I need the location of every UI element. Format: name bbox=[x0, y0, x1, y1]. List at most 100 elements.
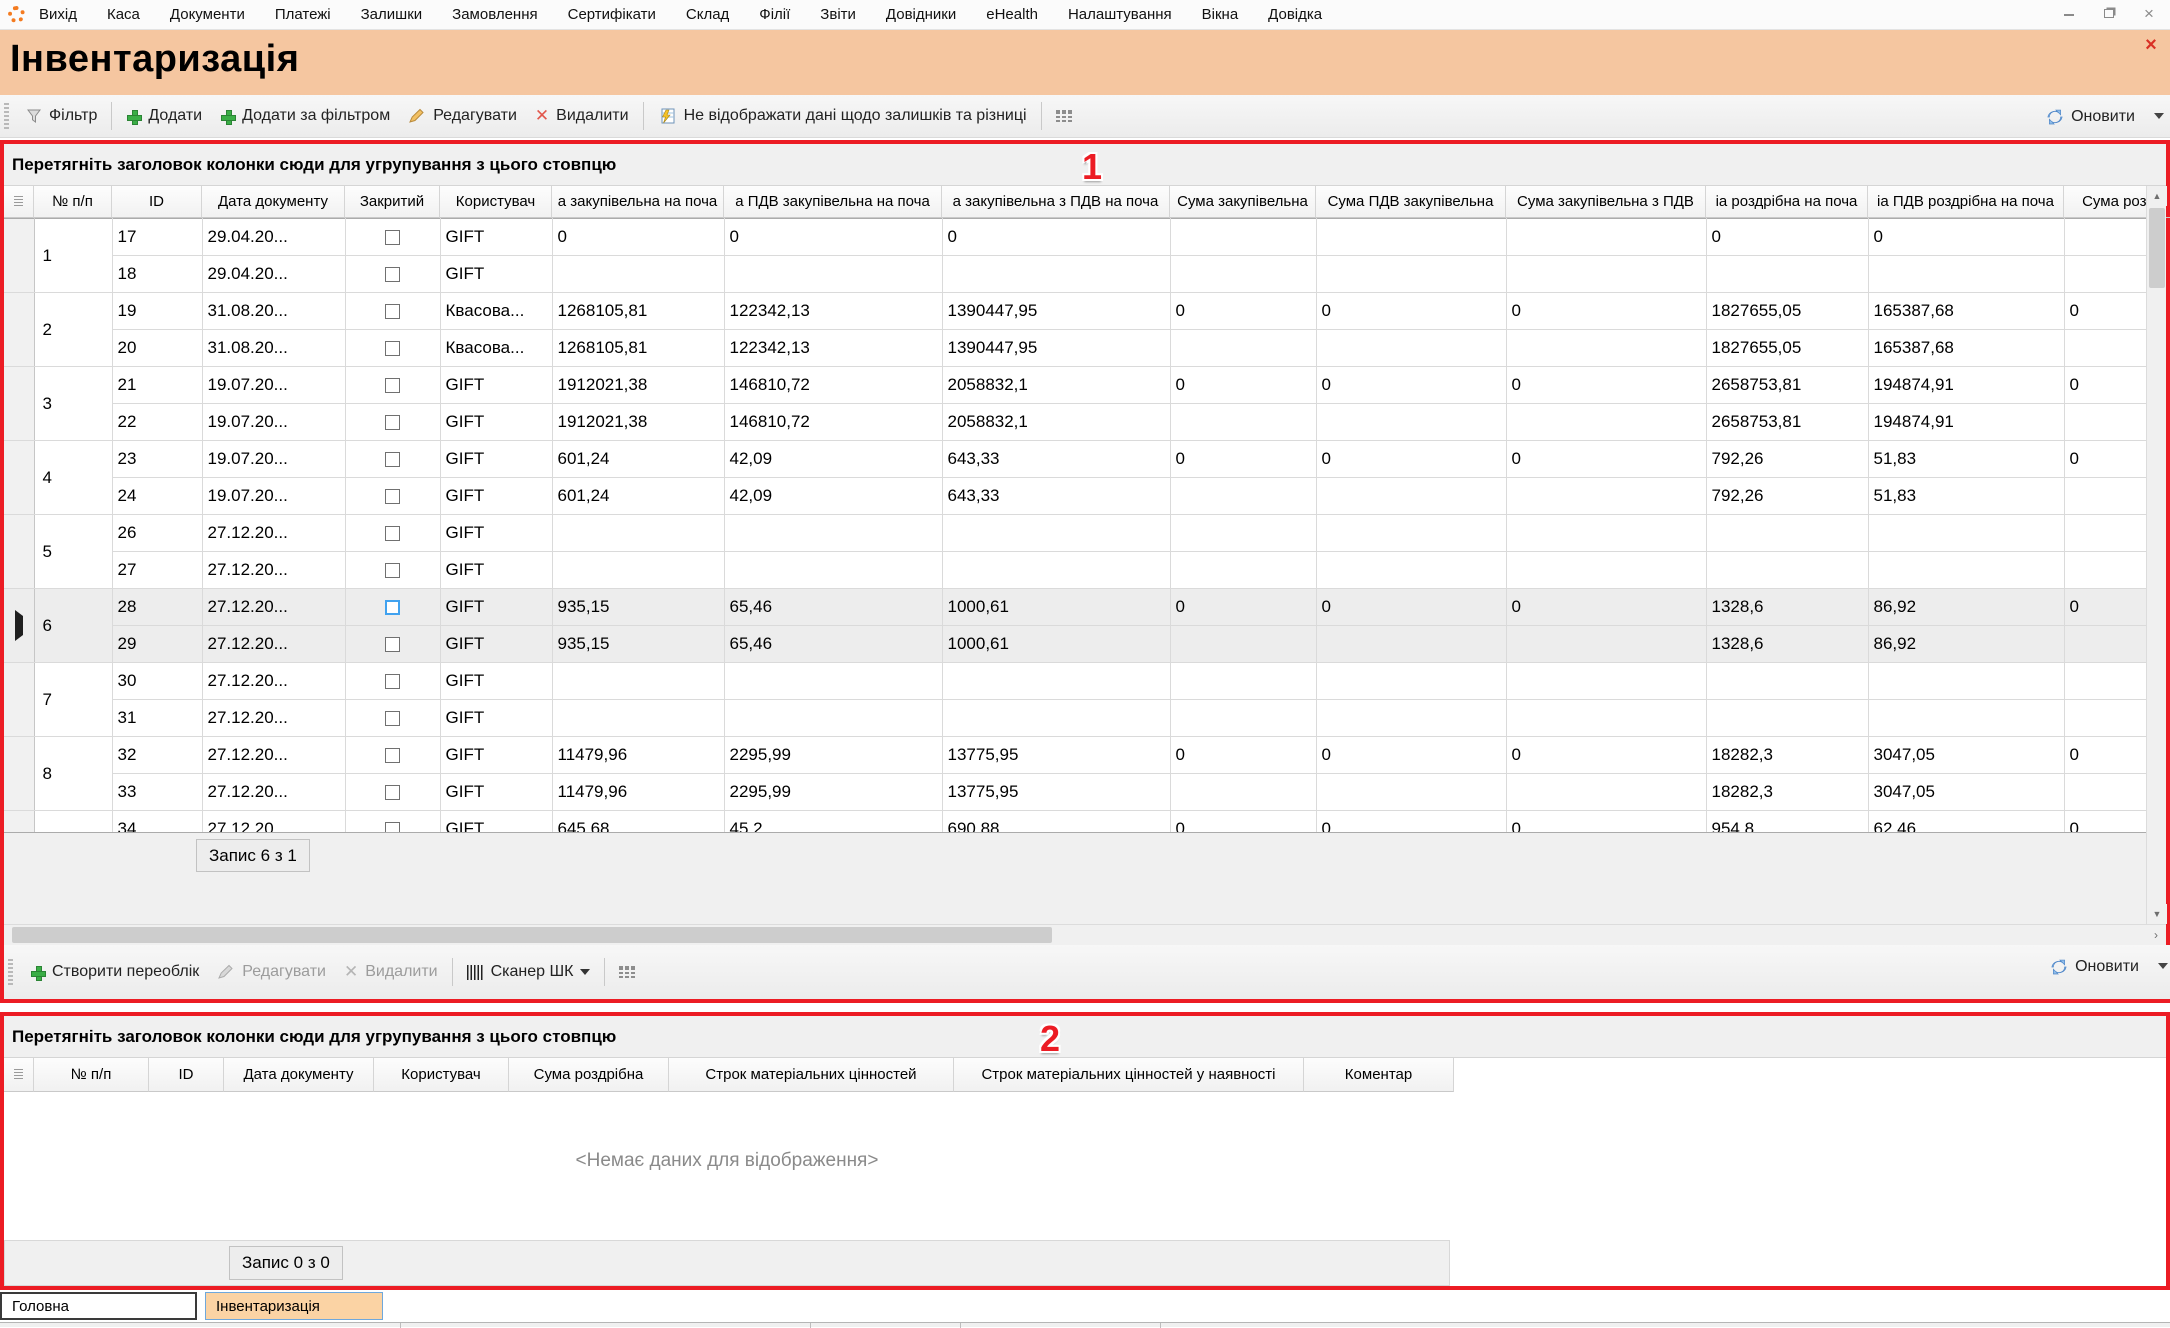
cell-value-9[interactable] bbox=[2064, 663, 2146, 700]
table-row[interactable]: 83227.12.20...GIFT11479,962295,9913775,9… bbox=[4, 737, 2146, 774]
table-row[interactable]: 73027.12.20...GIFT bbox=[4, 663, 2146, 700]
cell-id[interactable]: 33 bbox=[112, 774, 202, 811]
cell-value-4[interactable] bbox=[1170, 774, 1316, 811]
cell-value-7[interactable]: 18282,3 bbox=[1706, 774, 1868, 811]
cell-value-6[interactable] bbox=[1506, 219, 1706, 256]
cell-value-8[interactable]: 51,83 bbox=[1868, 478, 2064, 515]
cell-value-9[interactable] bbox=[2064, 552, 2146, 589]
table-row[interactable]: 2219.07.20...GIFT1912021,38146810,722058… bbox=[4, 404, 2146, 441]
table-row[interactable]: 2727.12.20...GIFT bbox=[4, 552, 2146, 589]
cell-closed[interactable] bbox=[345, 404, 440, 441]
menu-item-3[interactable]: Документи bbox=[170, 6, 245, 23]
cell-id[interactable]: 29 bbox=[112, 626, 202, 663]
group-number-cell[interactable]: 3 bbox=[34, 367, 112, 441]
cell-value-8[interactable]: 165387,68 bbox=[1868, 293, 2064, 330]
cell-closed[interactable] bbox=[345, 552, 440, 589]
cell-value-4[interactable] bbox=[1170, 700, 1316, 737]
cell-value-9[interactable] bbox=[2064, 478, 2146, 515]
cell-id[interactable]: 30 bbox=[112, 663, 202, 700]
closed-checkbox[interactable] bbox=[385, 341, 400, 356]
cell-value-2[interactable] bbox=[724, 700, 942, 737]
cell-value-7[interactable]: 792,26 bbox=[1706, 441, 1868, 478]
cell-value-1[interactable]: 1268105,81 bbox=[552, 330, 724, 367]
menu-item-15[interactable]: Довідка bbox=[1268, 6, 1322, 23]
cell-date[interactable]: 27.12.20... bbox=[202, 515, 345, 552]
cell-value-5[interactable] bbox=[1316, 626, 1506, 663]
cell-value-3[interactable] bbox=[942, 515, 1170, 552]
cell-value-7[interactable]: 1328,6 bbox=[1706, 626, 1868, 663]
cell-value-3[interactable]: 1390447,95 bbox=[942, 293, 1170, 330]
close-button[interactable]: × bbox=[2136, 4, 2162, 24]
grid1-column-header-4[interactable]: Закритий bbox=[345, 186, 440, 218]
cell-value-2[interactable]: 45,2 bbox=[724, 811, 942, 833]
cell-value-2[interactable]: 0 bbox=[724, 219, 942, 256]
create-recount-button[interactable]: Створити переоблік bbox=[21, 958, 208, 986]
cell-value-1[interactable] bbox=[552, 663, 724, 700]
cell-value-7[interactable]: 1827655,05 bbox=[1706, 330, 1868, 367]
cell-value-1[interactable]: 645,68 bbox=[552, 811, 724, 833]
closed-checkbox[interactable] bbox=[385, 637, 400, 652]
cell-user[interactable]: GIFT bbox=[440, 774, 552, 811]
cell-value-7[interactable]: 2658753,81 bbox=[1706, 367, 1868, 404]
menu-item-11[interactable]: Довідники bbox=[886, 6, 956, 23]
toolbar-overflow-caret-icon[interactable] bbox=[2158, 963, 2168, 969]
cell-value-3[interactable]: 643,33 bbox=[942, 478, 1170, 515]
closed-checkbox[interactable] bbox=[385, 748, 400, 763]
cell-value-3[interactable]: 2058832,1 bbox=[942, 367, 1170, 404]
cell-value-4[interactable] bbox=[1170, 404, 1316, 441]
cell-value-8[interactable]: 3047,05 bbox=[1868, 774, 2064, 811]
cell-value-5[interactable]: 0 bbox=[1316, 811, 1506, 833]
cell-id[interactable]: 27 bbox=[112, 552, 202, 589]
cell-value-4[interactable] bbox=[1170, 478, 1316, 515]
grid1-column-header-10[interactable]: Сума ПДВ закупівельна bbox=[1316, 186, 1506, 218]
barcode-scanner-button[interactable]: Сканер ШК bbox=[458, 958, 600, 986]
cell-id[interactable]: 24 bbox=[112, 478, 202, 515]
cell-closed[interactable] bbox=[345, 219, 440, 256]
cell-value-3[interactable] bbox=[942, 552, 1170, 589]
cell-value-1[interactable]: 11479,96 bbox=[552, 737, 724, 774]
table-row[interactable]: 42319.07.20...GIFT601,2442,09643,3300079… bbox=[4, 441, 2146, 478]
cell-closed[interactable] bbox=[345, 330, 440, 367]
cell-value-3[interactable]: 690,88 bbox=[942, 811, 1170, 833]
cell-value-6[interactable] bbox=[1506, 552, 1706, 589]
cell-value-6[interactable]: 0 bbox=[1506, 367, 1706, 404]
grid1-column-header-13[interactable]: іа ПДВ роздрібна на поча bbox=[1868, 186, 2064, 218]
cell-value-5[interactable]: 0 bbox=[1316, 441, 1506, 478]
cell-value-3[interactable] bbox=[942, 700, 1170, 737]
cell-closed[interactable] bbox=[345, 589, 440, 626]
toolbar-grip[interactable] bbox=[4, 103, 9, 129]
closed-checkbox[interactable] bbox=[385, 526, 400, 541]
menu-item-10[interactable]: Звіти bbox=[820, 6, 856, 23]
cell-value-8[interactable]: 51,83 bbox=[1868, 441, 2064, 478]
cell-id[interactable]: 32 bbox=[112, 737, 202, 774]
menu-item-8[interactable]: Склад bbox=[686, 6, 729, 23]
cell-value-4[interactable]: 0 bbox=[1170, 293, 1316, 330]
cell-value-6[interactable] bbox=[1506, 404, 1706, 441]
closed-checkbox[interactable] bbox=[385, 822, 400, 833]
cell-value-6[interactable]: 0 bbox=[1506, 293, 1706, 330]
cell-value-6[interactable]: 0 bbox=[1506, 737, 1706, 774]
cell-value-5[interactable]: 0 bbox=[1316, 589, 1506, 626]
cell-value-4[interactable] bbox=[1170, 330, 1316, 367]
group-number-cell[interactable]: 7 bbox=[34, 663, 112, 737]
cell-value-9[interactable]: 0 bbox=[2064, 811, 2146, 833]
cell-value-8[interactable]: 86,92 bbox=[1868, 626, 2064, 663]
group-number-cell[interactable]: 5 bbox=[34, 515, 112, 589]
cell-value-5[interactable] bbox=[1316, 663, 1506, 700]
cell-value-3[interactable]: 0 bbox=[942, 219, 1170, 256]
group-number-cell[interactable] bbox=[34, 811, 112, 833]
cell-value-9[interactable] bbox=[2064, 626, 2146, 663]
cell-id[interactable]: 31 bbox=[112, 700, 202, 737]
cell-value-6[interactable]: 0 bbox=[1506, 441, 1706, 478]
cell-value-7[interactable]: 792,26 bbox=[1706, 478, 1868, 515]
cell-id[interactable]: 22 bbox=[112, 404, 202, 441]
menu-item-7[interactable]: Сертифікати bbox=[568, 6, 656, 23]
grid2-column-header-4[interactable]: Користувач bbox=[374, 1058, 509, 1092]
cell-value-6[interactable]: 0 bbox=[1506, 589, 1706, 626]
grid2-column-header-6[interactable]: Строк матеріальних цінностей bbox=[669, 1058, 954, 1092]
cell-closed[interactable] bbox=[345, 293, 440, 330]
hide-rests-toggle-button[interactable]: Не відображати дані щодо залишків та різ… bbox=[649, 102, 1036, 130]
cell-value-9[interactable]: 0 bbox=[2064, 293, 2146, 330]
cell-user[interactable]: GIFT bbox=[440, 515, 552, 552]
cell-value-8[interactable] bbox=[1868, 663, 2064, 700]
